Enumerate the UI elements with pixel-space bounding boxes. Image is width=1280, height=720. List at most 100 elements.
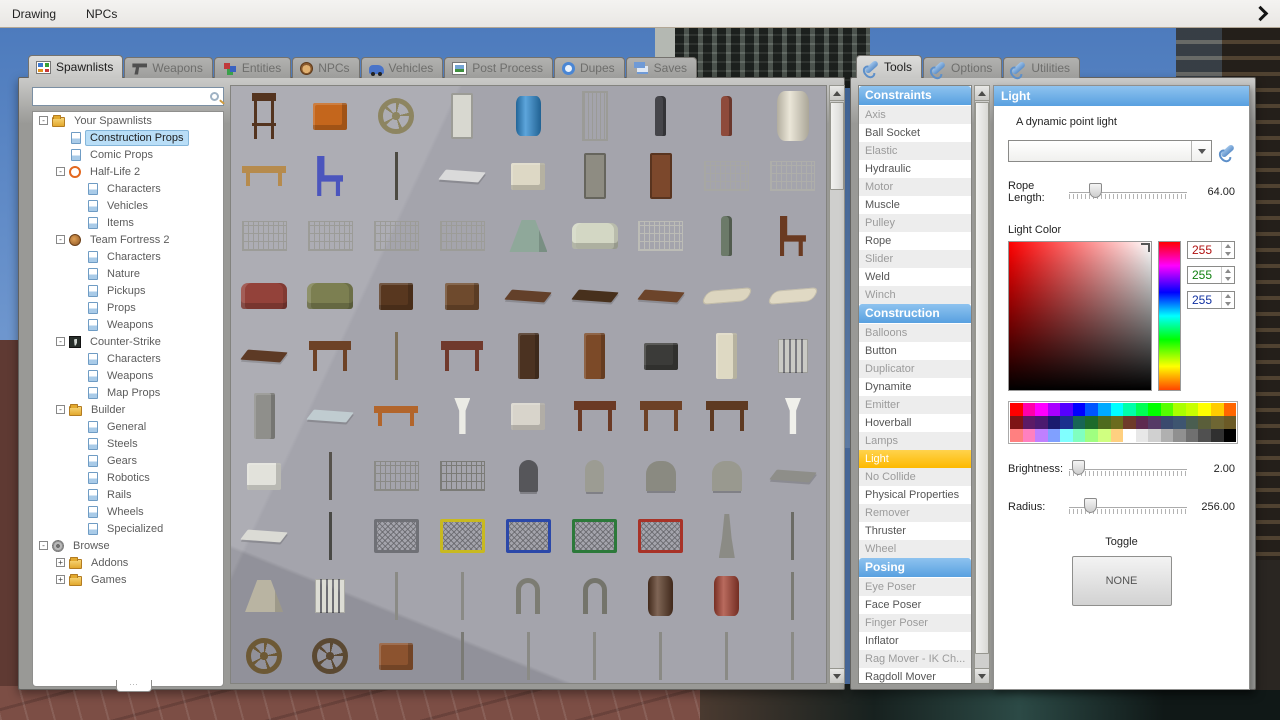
prop-item[interactable] (231, 266, 297, 326)
prop-item[interactable] (562, 206, 628, 266)
palette-swatch[interactable] (1072, 416, 1086, 429)
tool-item-winch[interactable]: Winch (859, 286, 971, 304)
tab-weapons[interactable]: Weapons (124, 57, 213, 78)
prop-item[interactable] (363, 566, 429, 626)
prop-scrollbar[interactable] (829, 85, 845, 684)
prop-item[interactable] (297, 566, 363, 626)
prop-item[interactable] (495, 446, 561, 506)
prop-item[interactable] (694, 506, 760, 566)
tree-expander[interactable]: - (39, 541, 48, 550)
saturation-value-picker[interactable] (1008, 241, 1152, 391)
prop-item[interactable] (231, 146, 297, 206)
tool-item-lamps[interactable]: Lamps (859, 432, 971, 450)
menubar-item-npcs[interactable]: NPCs (86, 7, 117, 21)
prop-item[interactable] (760, 326, 826, 386)
tab-options[interactable]: Options (923, 57, 1003, 78)
scroll-thumb[interactable] (975, 102, 989, 654)
prop-item[interactable] (628, 626, 694, 683)
tree-item-nature[interactable]: Nature (33, 265, 223, 282)
palette-swatch[interactable] (1060, 429, 1073, 442)
palette-swatch[interactable] (1160, 403, 1174, 416)
tool-scrollbar[interactable] (974, 85, 990, 684)
tool-item-no-collide[interactable]: No Collide (859, 468, 971, 486)
prop-item[interactable] (495, 326, 561, 386)
palette-swatch[interactable] (1072, 429, 1086, 442)
palette-swatch[interactable] (1148, 403, 1161, 416)
prop-item[interactable] (297, 446, 363, 506)
palette-swatch[interactable] (1185, 429, 1199, 442)
tab-tools[interactable]: Tools (856, 55, 923, 78)
prop-item[interactable] (363, 506, 429, 566)
palette-swatch[interactable] (1010, 403, 1023, 416)
scroll-down-button[interactable] (975, 668, 989, 683)
prop-item[interactable] (694, 446, 760, 506)
prop-item[interactable] (429, 206, 495, 266)
prop-item[interactable] (429, 446, 495, 506)
palette-swatch[interactable] (1173, 416, 1186, 429)
tree-item-games[interactable]: + Games (33, 571, 223, 588)
tab-post-process[interactable]: Post Process (444, 57, 553, 78)
palette-swatch[interactable] (1035, 403, 1048, 416)
palette-swatch[interactable] (1123, 416, 1136, 429)
prop-item[interactable] (429, 86, 495, 146)
prop-item[interactable] (363, 446, 429, 506)
prop-item[interactable] (297, 386, 363, 446)
tree-item-builder[interactable]: - Builder (33, 401, 223, 418)
prop-item[interactable] (760, 86, 826, 146)
prop-item[interactable] (562, 266, 628, 326)
tree-expander[interactable]: - (39, 116, 48, 125)
palette-swatch[interactable] (1211, 429, 1224, 442)
tree-item-rails[interactable]: Rails (33, 486, 223, 503)
prop-item[interactable] (231, 326, 297, 386)
tree-expander[interactable]: - (56, 405, 65, 414)
prop-item[interactable] (562, 506, 628, 566)
tab-entities[interactable]: Entities (213, 57, 292, 78)
prop-item[interactable] (363, 146, 429, 206)
prop-item[interactable] (760, 506, 826, 566)
radius-slider[interactable] (1069, 498, 1187, 516)
tool-item-muscle[interactable]: Muscle (859, 196, 971, 214)
prop-item[interactable] (297, 266, 363, 326)
tool-item-remover[interactable]: Remover (859, 504, 971, 522)
palette-swatch[interactable] (1160, 429, 1174, 442)
prop-item[interactable] (297, 86, 363, 146)
prop-item[interactable] (694, 626, 760, 683)
prop-item[interactable] (628, 446, 694, 506)
tree-item-vehicles[interactable]: Vehicles (33, 197, 223, 214)
tool-item-hoverball[interactable]: Hoverball (859, 414, 971, 432)
prop-item[interactable] (231, 386, 297, 446)
search-input[interactable] (33, 89, 210, 104)
prop-item[interactable] (628, 566, 694, 626)
tool-item-finger-poser[interactable]: Finger Poser (859, 614, 971, 632)
tree-item-characters[interactable]: Characters (33, 350, 223, 367)
palette-swatch[interactable] (1035, 416, 1048, 429)
tool-item-weld[interactable]: Weld (859, 268, 971, 286)
prop-item[interactable] (562, 446, 628, 506)
tool-item-elastic[interactable]: Elastic (859, 142, 971, 160)
palette-swatch[interactable] (1097, 416, 1111, 429)
tree-item-general[interactable]: General (33, 418, 223, 435)
prop-item[interactable] (231, 506, 297, 566)
palette-swatch[interactable] (1035, 429, 1048, 442)
tool-item-face-poser[interactable]: Face Poser (859, 596, 971, 614)
dropdown-arrow-icon[interactable] (1191, 141, 1211, 161)
prop-item[interactable] (429, 146, 495, 206)
tree-item-map-props[interactable]: Map Props (33, 384, 223, 401)
tool-item-light[interactable]: Light (859, 450, 971, 468)
prop-item[interactable] (562, 146, 628, 206)
tree-item-your-spawnlists[interactable]: - Your Spawnlists (33, 112, 223, 129)
prop-item[interactable] (495, 206, 561, 266)
rope-length-slider[interactable] (1069, 183, 1187, 201)
tool-item-pulley[interactable]: Pulley (859, 214, 971, 232)
prop-item[interactable] (562, 626, 628, 683)
tool-item-duplicator[interactable]: Duplicator (859, 360, 971, 378)
tree-item-addons[interactable]: + Addons (33, 554, 223, 571)
prop-item[interactable] (694, 86, 760, 146)
palette-swatch[interactable] (1022, 416, 1036, 429)
tool-item-ragdoll-mover[interactable]: Ragdoll Mover (859, 668, 971, 683)
prop-item[interactable] (495, 266, 561, 326)
spinner-arrows[interactable] (1221, 267, 1234, 283)
spinner-arrows[interactable] (1221, 292, 1234, 308)
palette-swatch[interactable] (1223, 403, 1237, 416)
palette-swatch[interactable] (1047, 416, 1061, 429)
